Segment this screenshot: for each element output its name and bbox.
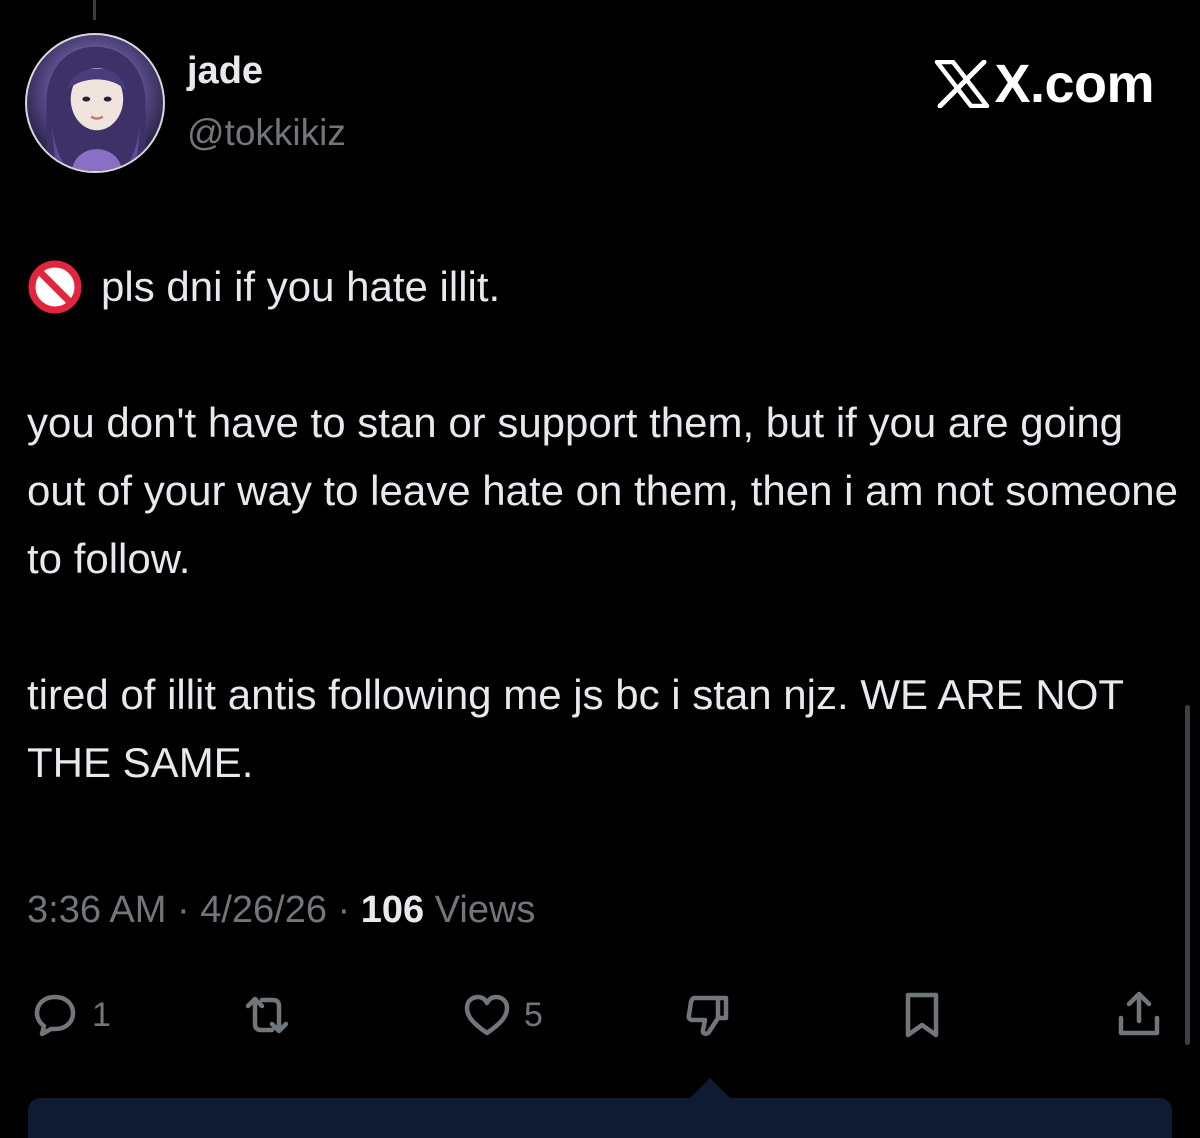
reply-count: 1 — [92, 995, 111, 1034]
tweet-paragraph-3: tired of illit antis following me js bc … — [27, 671, 1124, 786]
tweet-metadata: 3:36 AM · 4/26/26 · 106 Views — [27, 891, 535, 929]
like-button[interactable]: 5 — [460, 988, 543, 1042]
reply-composer-pointer — [688, 1078, 732, 1100]
meta-separator: · — [327, 889, 361, 931]
like-count: 5 — [524, 995, 543, 1034]
thread-connector-line — [93, 0, 96, 20]
bookmark-icon — [905, 992, 939, 1038]
bookmark-button[interactable] — [895, 988, 949, 1042]
tweet-paragraph-2: you don't have to stan or support them, … — [27, 399, 1179, 582]
views-count[interactable]: 106 — [361, 889, 424, 931]
tweet-line-1-text: pls dni if you hate illit. — [101, 263, 501, 310]
prohibited-icon — [28, 260, 82, 314]
reply-icon — [34, 994, 76, 1037]
tweet-text: pls dni if you hate illit. you don't hav… — [27, 253, 1187, 797]
author-handle[interactable]: @tokkikiz — [187, 114, 346, 151]
repost-button[interactable] — [240, 988, 294, 1042]
avatar[interactable] — [25, 33, 165, 173]
thumbs-down-icon — [686, 995, 729, 1036]
scrollbar[interactable] — [1185, 705, 1190, 1045]
avatar-image — [46, 46, 146, 171]
x-logo-icon — [935, 60, 990, 108]
author-display-name[interactable]: jade — [187, 52, 263, 90]
reply-button[interactable]: 1 — [28, 988, 111, 1042]
meta-separator: · — [166, 889, 201, 931]
share-button[interactable] — [1112, 988, 1166, 1042]
repost-icon — [245, 996, 289, 1034]
heart-icon — [464, 994, 510, 1036]
dislike-button[interactable] — [680, 988, 734, 1042]
tweet-date[interactable]: 4/26/26 — [200, 889, 327, 931]
share-icon — [1118, 991, 1160, 1036]
reply-composer[interactable] — [28, 1098, 1172, 1138]
tweet-time[interactable]: 3:36 AM — [27, 889, 166, 931]
tweet-line-1: pls dni if you hate illit. — [27, 253, 1187, 321]
brand-label: X.com — [994, 54, 1154, 114]
brand-watermark: X.com — [934, 57, 1154, 111]
views-label[interactable]: Views — [424, 889, 536, 931]
